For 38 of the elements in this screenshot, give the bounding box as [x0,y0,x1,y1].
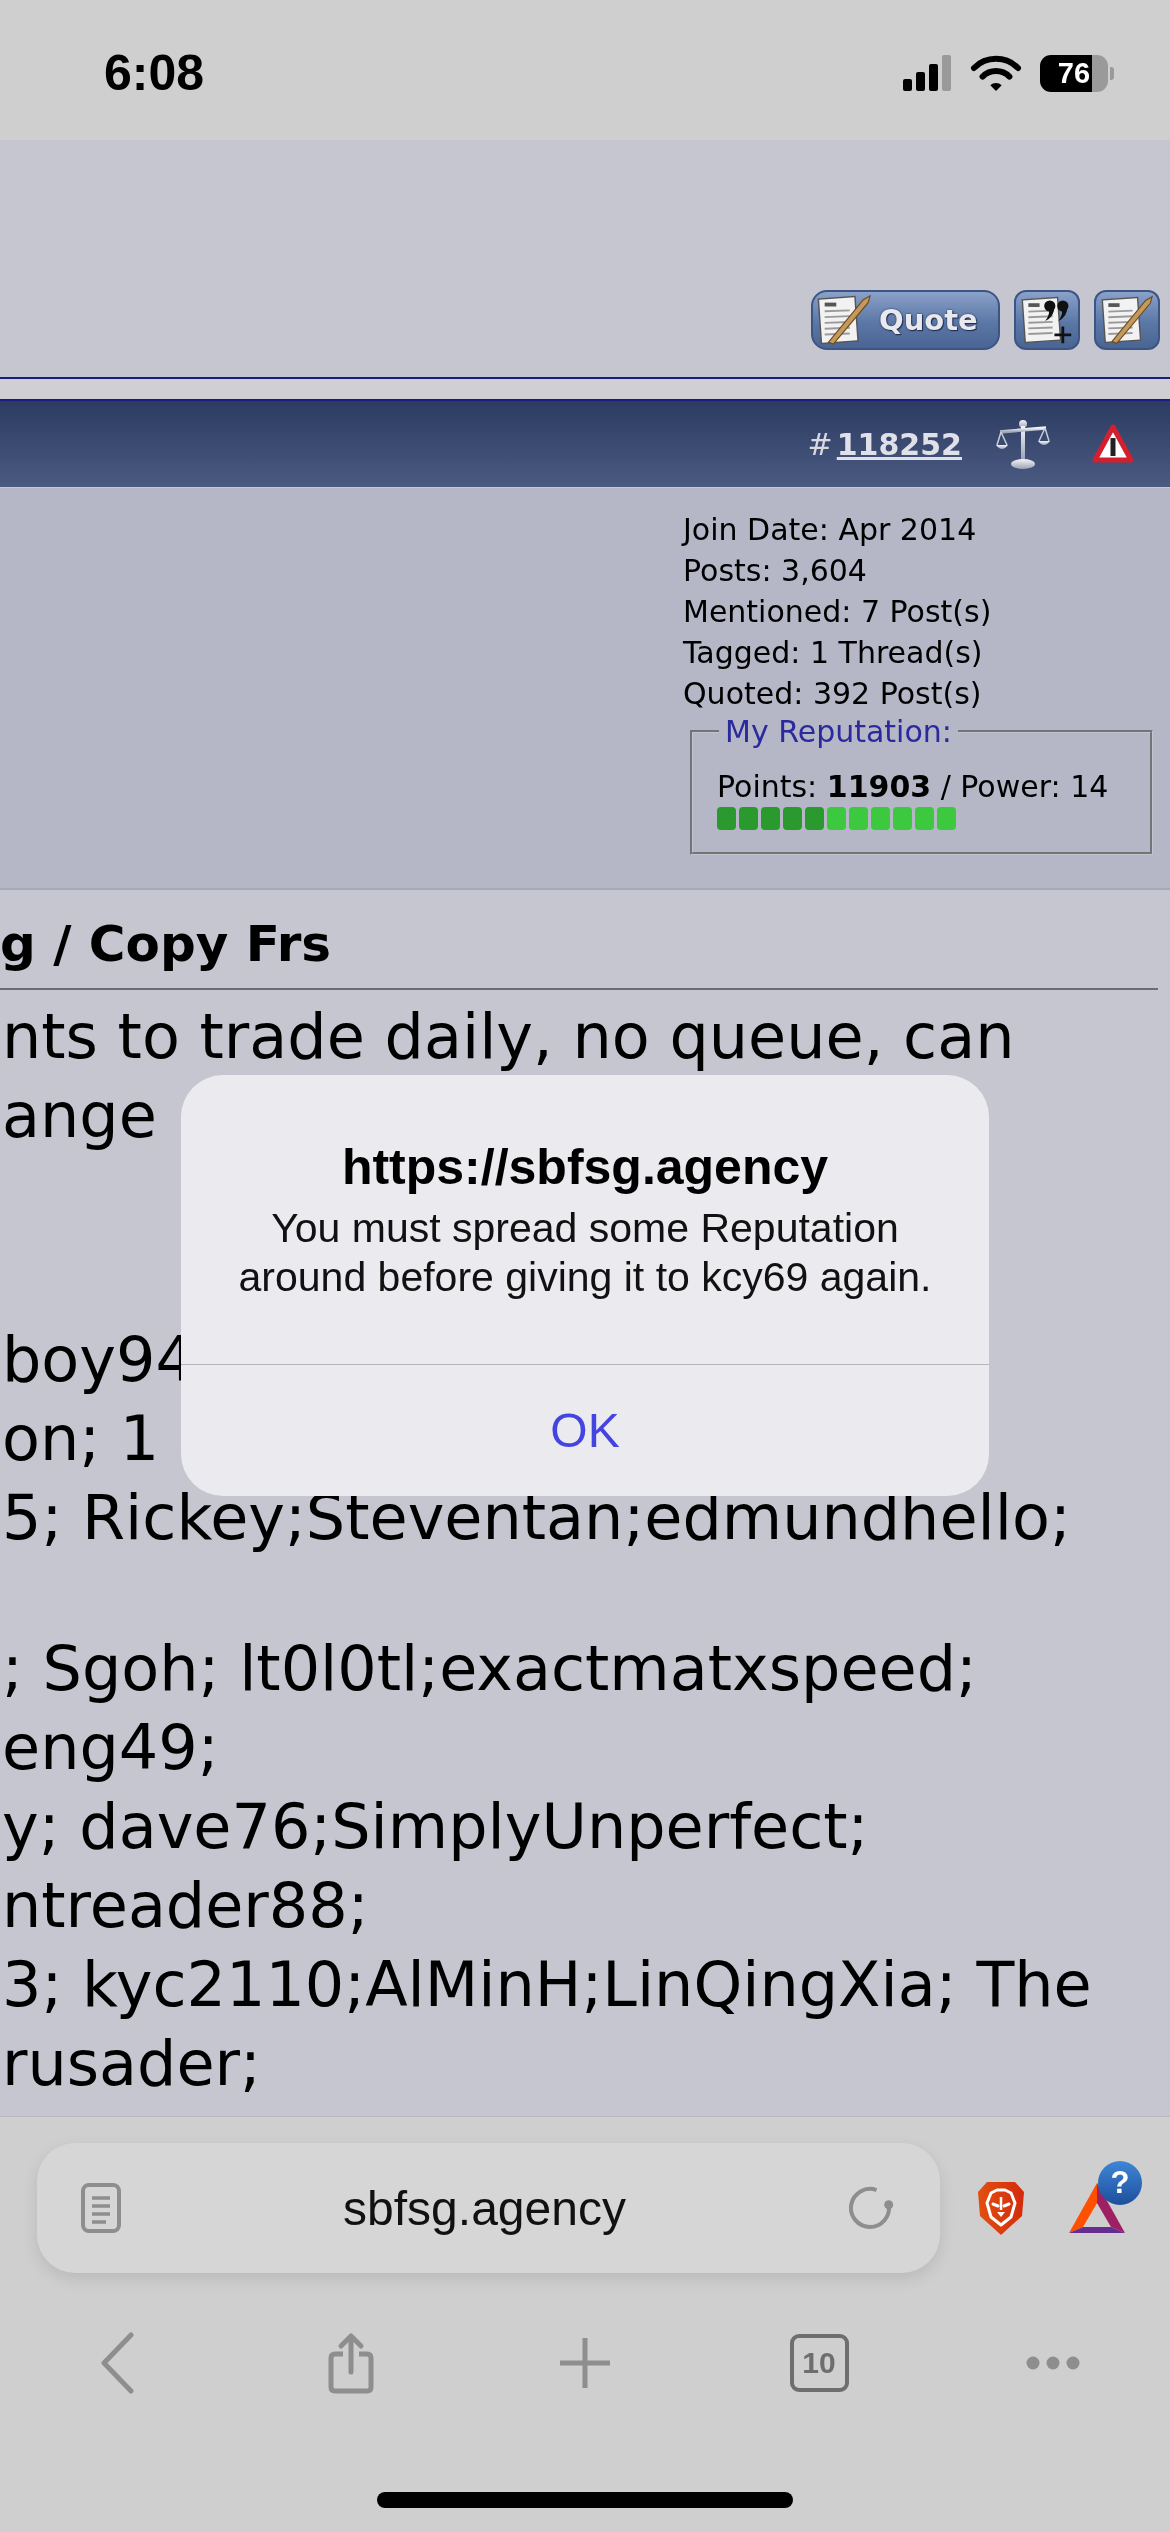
battery-indicator: 76 [1040,54,1108,92]
user-info-line: Tagged: 1 Thread(s) [683,634,983,672]
post-number-link[interactable]: 118252 [836,426,962,462]
alert-title: https://sbfsg.agency [340,1138,830,1197]
reputation-points: Points: 11903 / Power: 14 [717,768,1109,806]
post-text-line: rusader; [2,2028,261,2100]
user-info-line: Posts: 3,604 [683,552,867,590]
post-text-line: y; dave76;SimplyUnperfect; [2,1791,869,1863]
paper-quill-icon [1099,293,1155,347]
alert-message: You must spread some Reputation around before giving it to kcy69 again. [237,1204,933,1302]
scales-icon[interactable] [995,418,1051,470]
post-text-line: 3; kyc2110;AlMinH;LinQingXia; The [2,1949,1092,2021]
question-badge: ? [1098,2161,1142,2205]
wifi-icon [970,54,1022,92]
post-text-line: eng49; [2,1712,219,1784]
url-text: sbfsg.agency [342,2180,627,2236]
user-info-line: Mentioned: 7 Post(s) [683,593,992,631]
post-text-line: ange [2,1080,157,1152]
user-info-line: Join Date: Apr 2014 [683,511,977,549]
post-title: g / Copy Frs [0,914,332,974]
warning-icon[interactable] [1091,423,1135,465]
battery-cap-icon [1110,66,1114,80]
user-info-line: Quoted: 392 Post(s) [683,675,982,713]
reputation-legend: My Reputation: [719,714,958,749]
quote-button[interactable]: Quote [811,290,1000,350]
post-text-line: on; 1 [2,1403,160,1475]
post-text-line: nts to trade daily, no queue, can [2,1001,1015,1073]
status-time: 6:08 [104,44,205,103]
paper-quill-icon [815,292,873,348]
hash-sign: # [807,426,833,462]
post-text-line: 5; Rickey;Steventan;edmundhello; [2,1482,1071,1554]
post-text-line: ; Sgoh; lt0l0tl;exactmatxspeed; [2,1633,977,1705]
tabs-button[interactable]: 10 [789,2334,849,2392]
post-text-line: ntreader88; [2,1870,369,1942]
multi-quote-button[interactable] [1014,290,1080,350]
shield-face-icon[interactable] [975,2179,1027,2237]
edit-button[interactable] [1094,290,1160,350]
signal-icon [903,55,952,91]
